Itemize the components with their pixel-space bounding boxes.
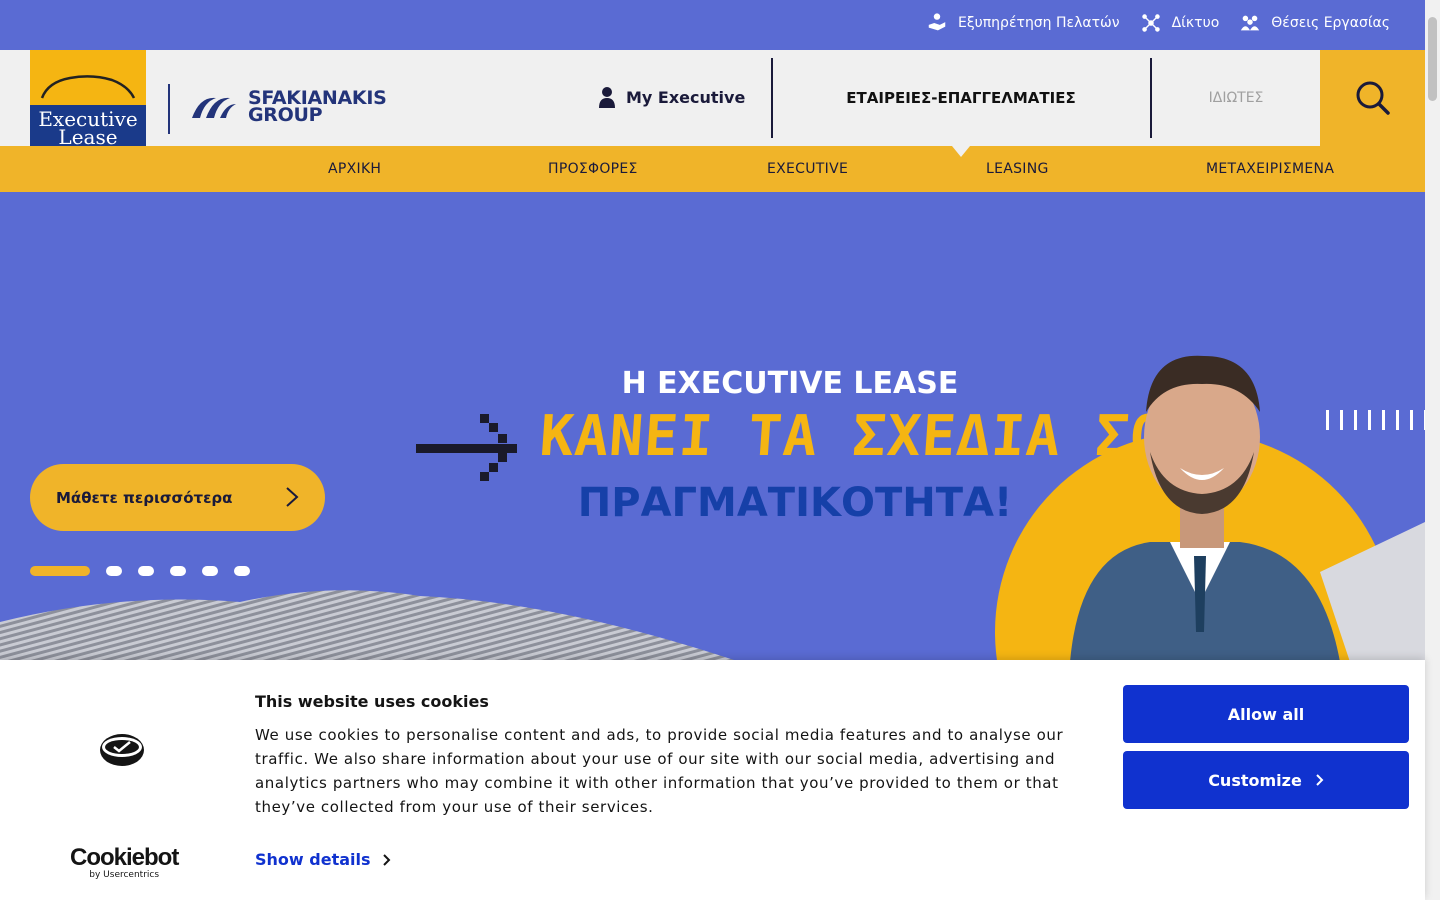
executive-lease-logo[interactable]: Executive Lease bbox=[30, 50, 146, 146]
cookiebot-mark-icon bbox=[100, 734, 144, 766]
hero-arrow-graphic bbox=[416, 414, 517, 481]
hero-waves-graphic bbox=[0, 590, 734, 660]
active-tab-caret bbox=[952, 146, 970, 157]
nav-item-used[interactable]: ΜΕΤΑΧΕΙΡΙΣΜΕΝΑ bbox=[1206, 146, 1334, 192]
my-executive-label: My Executive bbox=[626, 87, 746, 107]
chevron-right-icon bbox=[1316, 774, 1324, 786]
slider-dot[interactable] bbox=[30, 566, 90, 576]
top-link-customer-service[interactable]: Εξυπηρέτηση Πελατών bbox=[926, 12, 1120, 34]
nav-item-leasing[interactable]: LEASING bbox=[986, 146, 1049, 192]
top-link-label: Θέσεις Εργασίας bbox=[1271, 15, 1390, 31]
sfakianakis-group-logo[interactable]: SFAKIANAKIS GROUP bbox=[190, 89, 387, 126]
slider-dots bbox=[30, 566, 250, 576]
scrollbar-thumb[interactable] bbox=[1428, 17, 1437, 101]
group-line2: GROUP bbox=[248, 104, 323, 126]
hero-stripes-decoration bbox=[1326, 410, 1425, 430]
top-utility-bar: Εξυπηρέτηση Πελατών Δίκτυο Θέσεις Εργασί… bbox=[0, 0, 1425, 50]
learn-more-button[interactable]: Μάθετε περισσότερα bbox=[30, 464, 325, 531]
main-header: Executive Lease SFAKIANAKIS GROUP My Exe… bbox=[0, 50, 1425, 146]
tab-business[interactable]: ΕΤΑΙΡΕΙΕΣ-ΕΠΑΓΓΕΛΜΑΤΙΕΣ bbox=[773, 50, 1149, 146]
slider-dot[interactable] bbox=[170, 566, 186, 576]
cookie-description: We use cookies to personalise content an… bbox=[255, 726, 1064, 816]
show-details-label: Show details bbox=[255, 850, 371, 869]
customize-button[interactable]: Customize bbox=[1123, 751, 1409, 809]
logo-line2: Lease bbox=[58, 125, 118, 146]
cookiebot-brand: Cookiebot bbox=[70, 844, 179, 871]
hero-heading-line1: Η EXECUTIVE LEASE bbox=[621, 366, 959, 401]
slider-dot[interactable] bbox=[202, 566, 218, 576]
nav-item-offers[interactable]: ΠΡΟΣΦΟΡΕΣ bbox=[548, 146, 638, 192]
search-button[interactable] bbox=[1320, 50, 1425, 146]
people-icon bbox=[1241, 15, 1260, 31]
slider-dot[interactable] bbox=[234, 566, 250, 576]
cookie-title: This website uses cookies bbox=[255, 692, 489, 711]
cookie-banner: Cookiebot by Usercentrics This website u… bbox=[0, 660, 1425, 900]
tab-private[interactable]: ΙΔΙΩΤΕΣ bbox=[1152, 50, 1320, 146]
search-icon bbox=[1356, 81, 1390, 115]
hero-slider: Η EXECUTIVE LEASE ΚΑΝΕΙ ΤΑ ΣΧΕΔΙΑ ΣΟΥ ΠΡ… bbox=[0, 192, 1425, 660]
allow-all-label: Allow all bbox=[1227, 704, 1305, 724]
hero-person-graphic bbox=[995, 355, 1425, 660]
nav-item-executive[interactable]: EXECUTIVE bbox=[767, 146, 848, 192]
allow-all-button[interactable]: Allow all bbox=[1123, 685, 1409, 743]
user-icon bbox=[599, 87, 615, 108]
top-link-network[interactable]: Δίκτυο bbox=[1140, 12, 1220, 34]
top-link-label: Εξυπηρέτηση Πελατών bbox=[958, 15, 1120, 31]
network-icon bbox=[1141, 14, 1160, 32]
nav-item-home[interactable]: ΑΡΧΙΚΗ bbox=[328, 146, 381, 192]
top-links: Εξυπηρέτηση Πελατών Δίκτυο Θέσεις Εργασί… bbox=[926, 0, 1390, 46]
my-executive-link[interactable]: My Executive bbox=[598, 86, 745, 108]
hero-heading-line3: ΠΡΑΓΜΑΤΙΚΟΤΗΤΑ! bbox=[577, 480, 1013, 526]
logo-divider bbox=[168, 84, 170, 134]
cookiebot-logo[interactable]: Cookiebot by Usercentrics bbox=[70, 844, 179, 880]
learn-more-label: Μάθετε περισσότερα bbox=[56, 488, 233, 507]
page-scrollbar[interactable] bbox=[1425, 0, 1440, 900]
top-link-label: Δίκτυο bbox=[1171, 15, 1220, 31]
sfakianakis-mark-icon bbox=[192, 97, 236, 118]
slider-dot[interactable] bbox=[106, 566, 122, 576]
group-name: SFAKIANAKIS GROUP bbox=[248, 89, 387, 126]
main-nav: ΑΡΧΙΚΗ ΠΡΟΣΦΟΡΕΣ EXECUTIVE LEASING ΜΕΤΑΧ… bbox=[0, 146, 1425, 192]
car-outline-icon bbox=[40, 75, 136, 99]
show-details-link[interactable]: Show details bbox=[255, 850, 391, 869]
top-link-careers[interactable]: Θέσεις Εργασίας bbox=[1239, 12, 1390, 34]
slider-dot[interactable] bbox=[138, 566, 154, 576]
chevron-right-icon bbox=[286, 487, 299, 507]
chevron-right-icon bbox=[382, 853, 390, 866]
hand-heart-icon bbox=[928, 13, 946, 31]
customize-label: Customize bbox=[1208, 770, 1302, 790]
